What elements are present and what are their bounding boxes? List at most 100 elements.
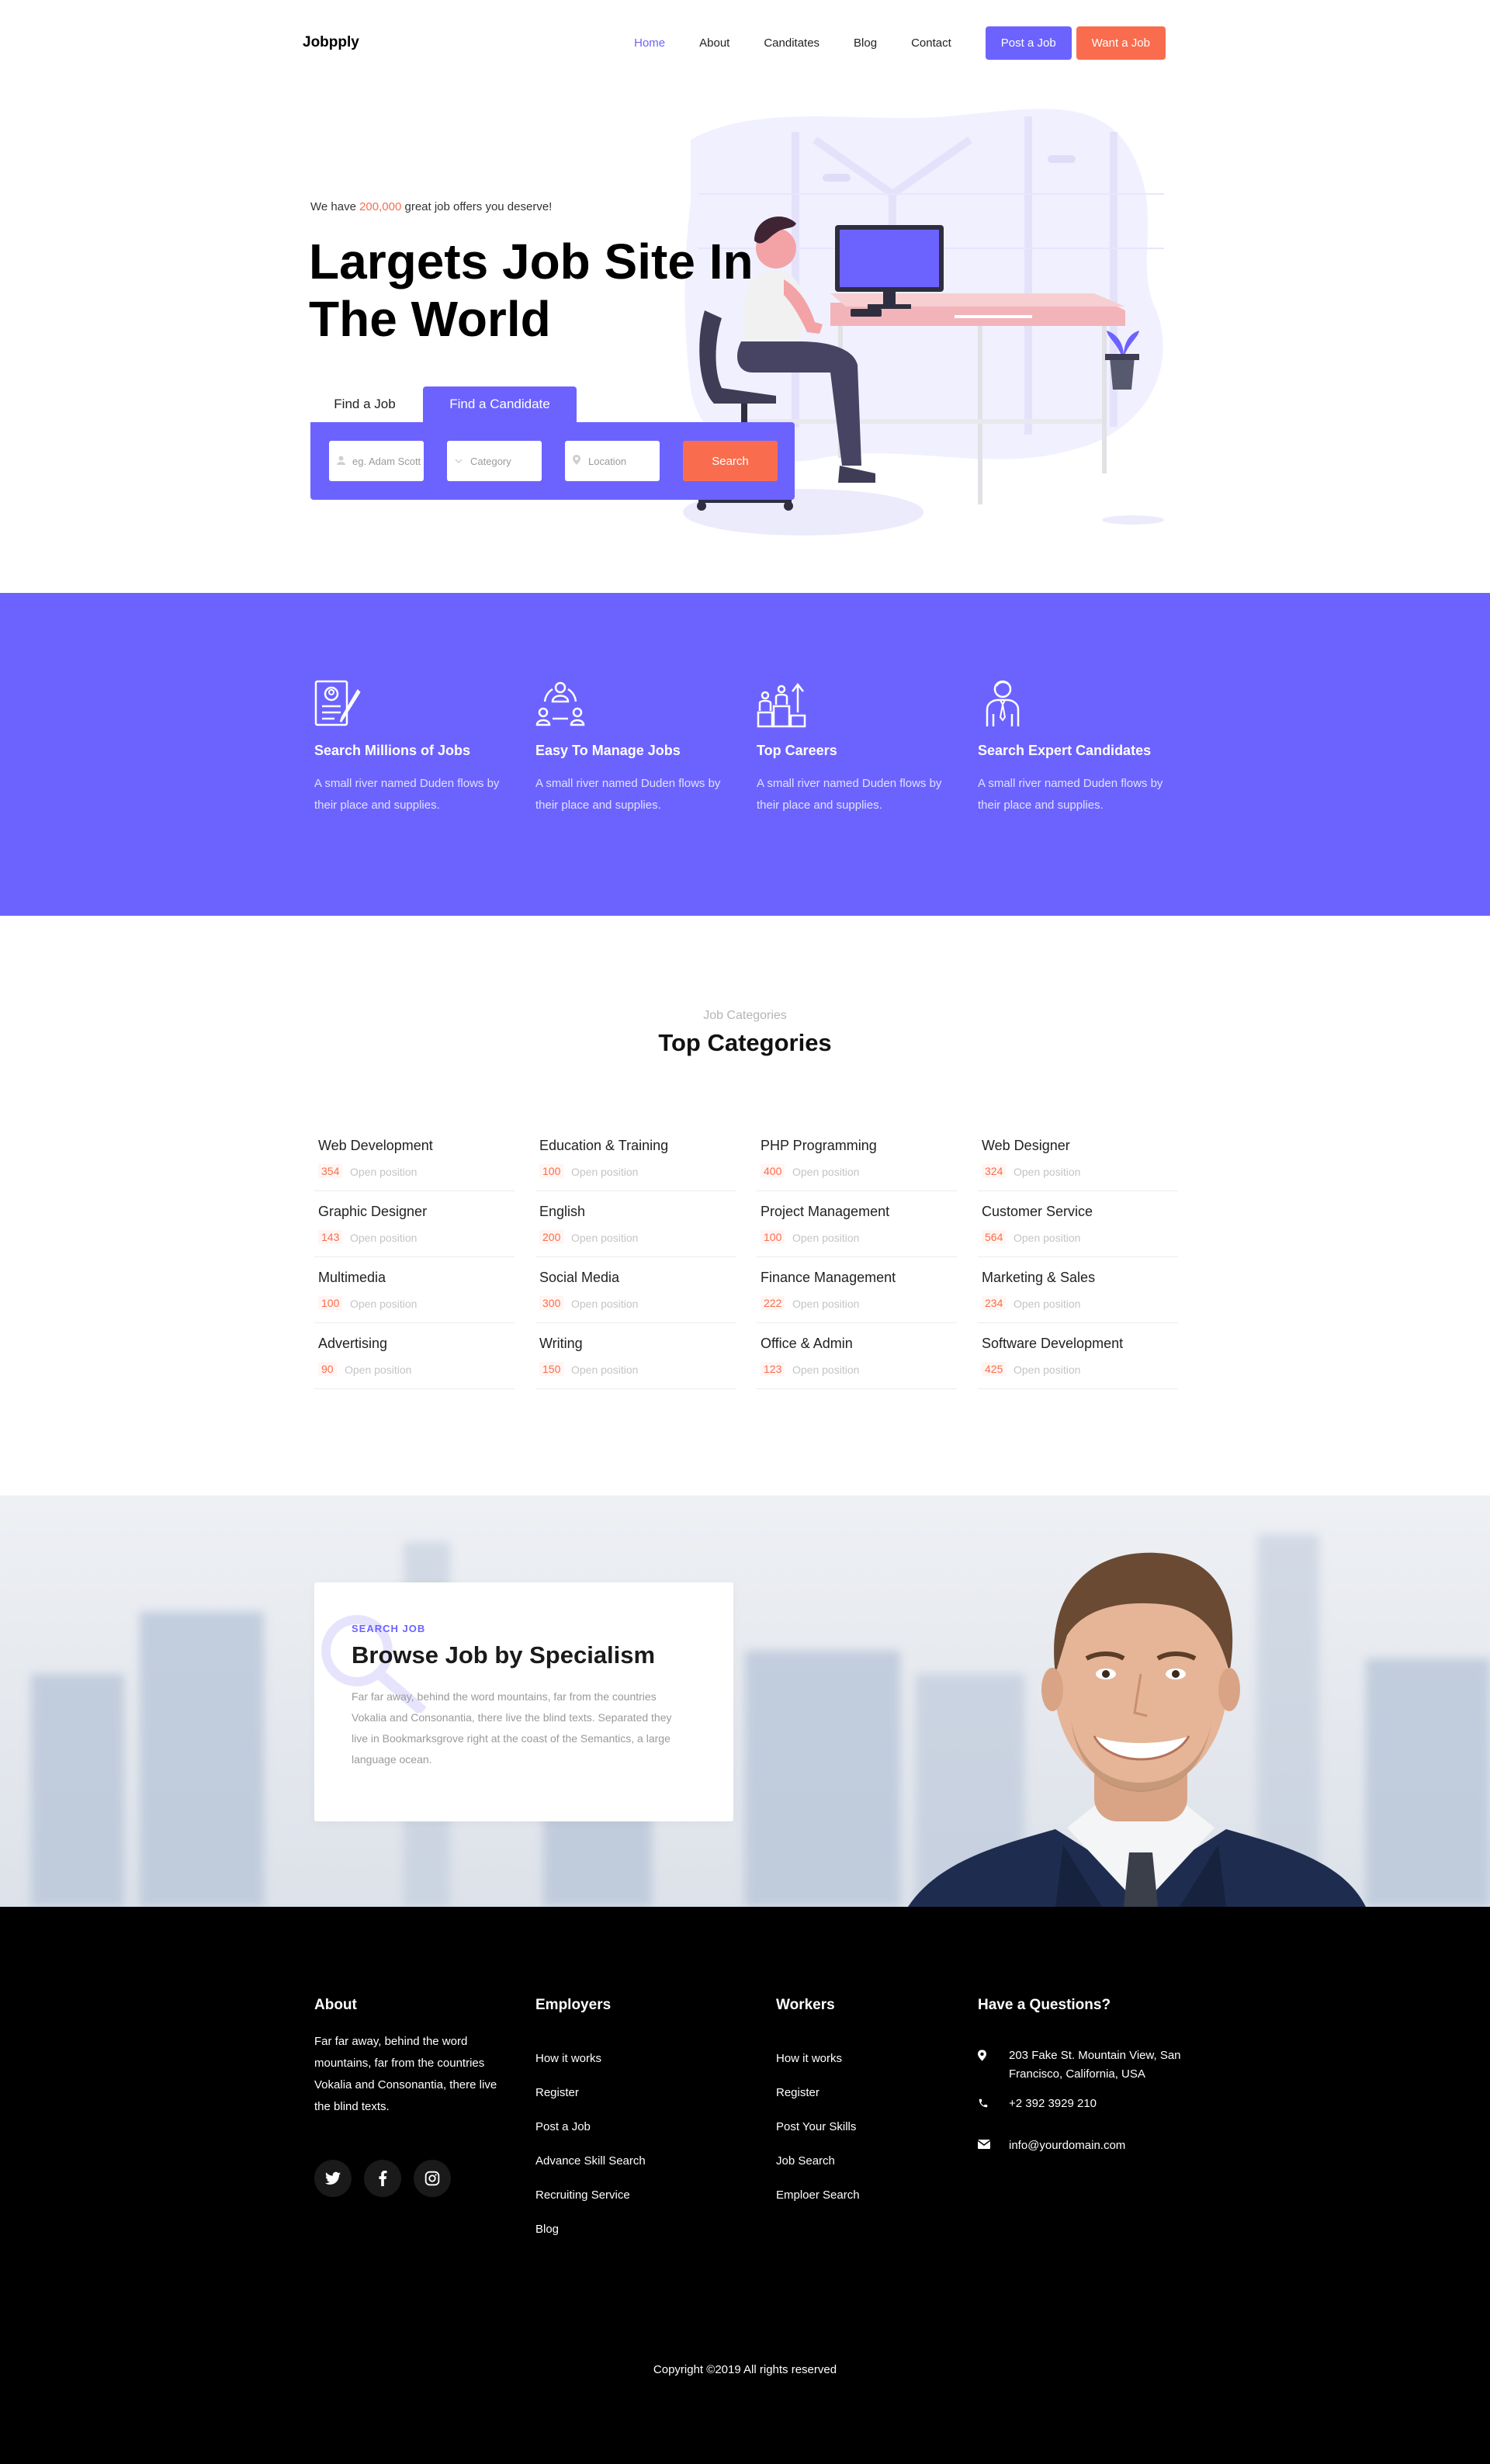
employers-link[interactable]: Register	[535, 2085, 646, 2119]
open-position-label: Open position	[792, 1166, 860, 1178]
nav-contact[interactable]: Contact	[911, 36, 951, 50]
instagram-link[interactable]	[414, 2160, 451, 2197]
open-position-label: Open position	[571, 1364, 639, 1376]
category-name[interactable]: Graphic Designer	[318, 1204, 427, 1220]
footer-contact: Have a Questions?	[978, 1997, 1111, 2014]
category-select[interactable]: Category	[447, 441, 542, 481]
category-count: 222	[761, 1296, 785, 1310]
category-item[interactable]: Customer Service 564 Open position	[978, 1191, 1178, 1257]
employers-link[interactable]: How it works	[535, 2051, 646, 2085]
category-item[interactable]: PHP Programming 400 Open position	[757, 1125, 957, 1191]
hero-tagline: We have 200,000 great job offers you des…	[310, 200, 553, 213]
category-item[interactable]: Graphic Designer 143 Open position	[314, 1191, 515, 1257]
nav-about[interactable]: About	[699, 36, 729, 50]
want-job-button[interactable]: Want a Job	[1076, 26, 1166, 60]
workers-link[interactable]: How it works	[776, 2051, 860, 2085]
businessman-icon	[986, 680, 1020, 726]
facebook-link[interactable]	[364, 2160, 401, 2197]
instagram-icon	[424, 2171, 440, 2186]
twitter-link[interactable]	[314, 2160, 352, 2197]
location-field[interactable]: Location	[565, 441, 660, 481]
workers-link[interactable]: Emploer Search	[776, 2188, 860, 2222]
feature-text: A small river named Duden flows by their…	[535, 777, 721, 812]
category-name[interactable]: Office & Admin	[761, 1336, 853, 1352]
footer-employers-title: Employers	[535, 1997, 612, 2013]
category-name[interactable]: Finance Management	[761, 1270, 896, 1286]
category-count: 354	[318, 1164, 343, 1178]
feature-text: A small river named Duden flows by their…	[757, 777, 942, 812]
map-marker-icon	[978, 2046, 1009, 2084]
background-building	[1366, 1658, 1490, 1907]
employers-link[interactable]: Post a Job	[535, 2119, 646, 2154]
nav-blog[interactable]: Blog	[854, 36, 877, 50]
feature-title: Search Millions of Jobs	[314, 743, 471, 758]
category-name[interactable]: Software Development	[982, 1336, 1123, 1352]
employers-link[interactable]: Blog	[535, 2222, 646, 2256]
category-name[interactable]: Social Media	[539, 1270, 619, 1286]
open-position-label: Open position	[792, 1364, 860, 1376]
category-name[interactable]: Project Management	[761, 1204, 889, 1220]
feature-title: Search Expert Candidates	[978, 743, 1152, 758]
candidate-search-form: eg. Adam Scott Category Location Search	[310, 422, 795, 500]
open-position-label: Open position	[350, 1166, 418, 1178]
category-item[interactable]: Software Development 425 Open position	[978, 1323, 1178, 1389]
footer-workers-title: Workers	[776, 1997, 835, 2013]
workers-links: How it works Register Post Your Skills Job …	[776, 2051, 860, 2222]
category-name[interactable]: Web Designer	[982, 1138, 1070, 1154]
twitter-icon	[325, 2171, 341, 2185]
footer-about-title: About	[314, 1997, 357, 2013]
background-building	[31, 1674, 124, 1907]
category-name[interactable]: Advertising	[318, 1336, 387, 1352]
nav-home[interactable]: Home	[634, 36, 665, 50]
post-job-button[interactable]: Post a Job	[985, 26, 1072, 60]
footer-about: About	[314, 1997, 357, 2014]
workers-link[interactable]: Post Your Skills	[776, 2119, 860, 2154]
tab-find-candidate[interactable]: Find a Candidate	[423, 386, 577, 422]
employers-link[interactable]: Advance Skill Search	[535, 2154, 646, 2188]
category-name[interactable]: Multimedia	[318, 1270, 386, 1286]
category-name[interactable]: Web Development	[318, 1138, 433, 1154]
contact-phone[interactable]: +2 392 3929 210	[978, 2095, 1097, 2113]
category-name[interactable]: PHP Programming	[761, 1138, 877, 1154]
user-icon	[337, 456, 346, 467]
category-item[interactable]: English 200 Open position	[535, 1191, 736, 1257]
nav-candidates[interactable]: Canditates	[764, 36, 820, 50]
workers-link[interactable]: Register	[776, 2085, 860, 2119]
open-position-label: Open position	[1014, 1166, 1081, 1178]
category-item[interactable]: Advertising 90 Open position	[314, 1323, 515, 1389]
category-item[interactable]: Project Management 100 Open position	[757, 1191, 957, 1257]
name-search-field[interactable]: eg. Adam Scott	[329, 441, 424, 481]
category-item[interactable]: Marketing & Sales 234 Open position	[978, 1257, 1178, 1323]
feature-expert-candidates: Search Expert Candidates A small river n…	[978, 678, 1180, 816]
category-name[interactable]: English	[539, 1204, 585, 1220]
category-name[interactable]: Marketing & Sales	[982, 1270, 1095, 1286]
category-item[interactable]: Finance Management 222 Open position	[757, 1257, 957, 1323]
location-pin-icon	[573, 455, 582, 467]
category-count: 324	[982, 1164, 1007, 1178]
category-item[interactable]: Web Development 354 Open position	[314, 1125, 515, 1191]
contact-email[interactable]: info@yourdomain.com	[978, 2137, 1125, 2155]
employers-link[interactable]: Recruiting Service	[535, 2188, 646, 2222]
category-name[interactable]: Writing	[539, 1336, 583, 1352]
category-item[interactable]: Multimedia 100 Open position	[314, 1257, 515, 1323]
category-select-placeholder: Category	[470, 455, 511, 467]
workers-link[interactable]: Job Search	[776, 2154, 860, 2188]
category-item[interactable]: Writing 150 Open position	[535, 1323, 736, 1389]
copyright-text: Copyright ©2019 All rights reserved	[653, 2363, 837, 2376]
category-item[interactable]: Education & Training 100 Open position	[535, 1125, 736, 1191]
phone-text: +2 392 3929 210	[1009, 2097, 1097, 2110]
category-item[interactable]: Office & Admin 123 Open position	[757, 1323, 957, 1389]
category-count: 234	[982, 1296, 1007, 1310]
category-item[interactable]: Social Media 300 Open position	[535, 1257, 736, 1323]
search-button[interactable]: Search	[683, 441, 778, 481]
hero-title: Largets Job Site In The World	[309, 234, 754, 347]
open-position-label: Open position	[571, 1298, 639, 1310]
category-item[interactable]: Web Designer 324 Open position	[978, 1125, 1178, 1191]
categories-title: Top Categories	[658, 1029, 832, 1056]
open-position-label: Open position	[350, 1298, 418, 1310]
tab-find-job[interactable]: Find a Job	[310, 386, 419, 422]
category-name[interactable]: Customer Service	[982, 1204, 1093, 1220]
chevron-down-icon	[455, 456, 464, 466]
category-name[interactable]: Education & Training	[539, 1138, 668, 1154]
brand-logo[interactable]: Jobpply	[303, 34, 359, 51]
